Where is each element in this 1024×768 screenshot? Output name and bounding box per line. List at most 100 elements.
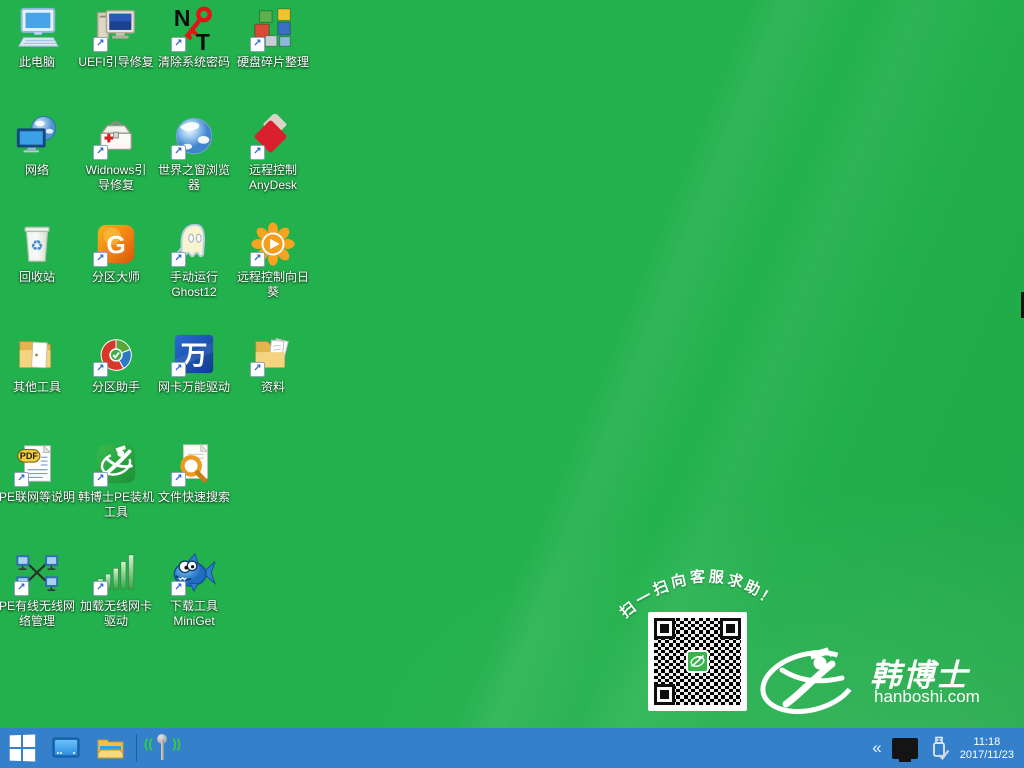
show-desktop-button[interactable]	[44, 728, 88, 768]
qr-finder-icon	[720, 618, 741, 639]
desktop-icon-windows-boot-repair[interactable]: Widnows引 导修复	[74, 114, 158, 193]
desktop-icon-recycle-bin[interactable]: ♻ 回收站	[0, 221, 79, 285]
network-globe-monitor-icon	[14, 114, 60, 160]
icon-label: 回收站	[18, 270, 55, 284]
sunflower-play-icon	[250, 221, 296, 267]
diskgenius-icon: G	[93, 221, 139, 267]
desktop-icon-wireless-driver-loader[interactable]: 加载无线网卡 驱动	[74, 550, 158, 629]
desktop-icon-network[interactable]: 网络	[0, 114, 79, 178]
desktop-icon-sunflower-remote[interactable]: 远程控制向日 葵	[231, 221, 315, 300]
desktop-icon-partition-assistant[interactable]: 分区助手	[74, 331, 158, 395]
display-color-tray-icon[interactable]	[891, 737, 918, 762]
hanboshi-tile-icon	[93, 441, 139, 487]
browser-globe-icon	[171, 114, 217, 160]
desktop-icon-nic-universal-driver[interactable]: 万 网卡万能驱动	[152, 331, 236, 395]
display-icon	[52, 737, 80, 758]
desktop-icon-run-ghost12[interactable]: 手动运行 Ghost12	[152, 221, 236, 300]
anydesk-diamond-icon	[250, 114, 296, 160]
icon-label: 下载工具 MiniGet	[169, 599, 218, 628]
start-button[interactable]	[0, 728, 44, 768]
shortcut-arrow-icon	[171, 145, 186, 160]
desktop-icon-partition-master[interactable]: G 分区大师	[74, 221, 158, 285]
icon-label: 硬盘碎片整理	[236, 55, 309, 69]
qr-finder-icon	[654, 618, 675, 639]
desktop-icon-other-tools[interactable]: 其他工具	[0, 331, 79, 395]
desktop-icon-anydesk-remote[interactable]: 远程控制 AnyDesk	[231, 114, 315, 193]
wan-tile-icon: 万	[171, 331, 217, 377]
defrag-blocks-icon	[250, 6, 296, 52]
desktop-icon-file-quick-search[interactable]: 文件快速搜索	[152, 441, 236, 505]
icon-label: 手动运行 Ghost12	[169, 270, 218, 299]
icon-label: 远程控制 AnyDesk	[248, 163, 298, 192]
svg-text:T: T	[196, 29, 210, 52]
desktop-icon-documents[interactable]: 资料	[231, 331, 315, 395]
desktop-icon-hanboshi-pe-installer[interactable]: 韩博士PE装机 工具	[74, 441, 158, 520]
icon-label: UEFI引导修复	[78, 55, 154, 69]
system-tray: « 11:18 2017/11/23	[872, 728, 1024, 768]
shortcut-arrow-icon	[250, 252, 265, 267]
antenna-signal-icon	[143, 728, 183, 768]
shortcut-arrow-icon	[93, 472, 108, 487]
this-pc-icon	[14, 6, 60, 52]
desktop-icon-miniget-downloader[interactable]: 下载工具 MiniGet	[152, 550, 236, 629]
fish-icon	[171, 550, 217, 596]
uefi-boot-repair-icon	[93, 6, 139, 52]
shortcut-arrow-icon	[14, 472, 29, 487]
shortcut-arrow-icon	[250, 145, 265, 160]
qr-finder-icon	[654, 684, 675, 705]
partition-pie-icon	[93, 331, 139, 377]
shortcut-arrow-icon	[250, 37, 265, 52]
pdf-document-icon: PDF	[14, 441, 60, 487]
desktop-icon-disk-defrag[interactable]: 硬盘碎片整理	[231, 6, 315, 70]
desktop-icon-uefi-boot-repair[interactable]: UEFI引导修复	[74, 6, 158, 70]
icon-label: 文件快速搜索	[157, 490, 230, 504]
shortcut-arrow-icon	[93, 252, 108, 267]
shortcut-arrow-icon	[93, 37, 108, 52]
clock-date: 2017/11/23	[959, 749, 1014, 761]
recycle-bin-icon: ♻	[14, 221, 60, 267]
shortcut-arrow-icon	[93, 581, 108, 596]
icon-label: 网卡万能驱动	[157, 380, 230, 394]
first-aid-toolbox-icon	[93, 114, 139, 160]
icon-label: Widnows引 导修复	[85, 163, 147, 192]
folder-explorer-icon	[97, 739, 123, 758]
shortcut-arrow-icon	[171, 581, 186, 596]
windows-logo-icon	[9, 734, 36, 762]
wireless-tool-button[interactable]	[141, 728, 185, 768]
icon-label: 此电脑	[18, 55, 55, 69]
desktop-icon-this-pc[interactable]: 此电脑	[0, 6, 79, 70]
icon-label: 分区大师	[91, 270, 140, 284]
svg-text:G: G	[106, 232, 125, 260]
hanboshi-brand: 韩博士 hanboshi.com	[758, 640, 1014, 718]
shortcut-arrow-icon	[171, 37, 186, 52]
hanboshi-qr-logo-icon	[686, 650, 709, 673]
icon-label: 其他工具	[12, 380, 61, 394]
icon-label: 韩博士PE装机 工具	[77, 490, 154, 519]
file-explorer-button[interactable]	[88, 728, 132, 768]
icon-label: 清除系统密码	[157, 55, 230, 69]
icon-label: 分区助手	[91, 380, 140, 394]
svg-text:PDF: PDF	[20, 451, 39, 461]
desktop-icon-clear-system-password[interactable]: NT 清除系统密码	[152, 6, 236, 70]
icon-label: 远程控制向日 葵	[236, 270, 309, 299]
shortcut-arrow-icon	[171, 472, 186, 487]
tray-expand-chevron[interactable]: «	[872, 728, 881, 768]
folder-door-icon	[14, 331, 60, 377]
brand-domain: hanboshi.com	[874, 687, 980, 706]
shortcut-arrow-icon	[171, 362, 186, 377]
shortcut-arrow-icon	[171, 252, 186, 267]
desktop-icon-pe-network-manager[interactable]: PE有线无线网 络管理	[0, 550, 79, 629]
shortcut-arrow-icon	[14, 581, 29, 596]
desktop-icon-world-window-browser[interactable]: 世界之窗浏览 器	[152, 114, 236, 193]
hanboshi-logo-icon	[760, 647, 858, 714]
folder-documents-icon	[250, 331, 296, 377]
desktop-icon-pe-network-readme[interactable]: PDF PE联网等说明	[0, 441, 79, 505]
icon-label: 世界之窗浏览 器	[157, 163, 230, 192]
usb-tray-icon[interactable]	[928, 735, 950, 761]
icon-label: 网络	[24, 163, 49, 177]
taskbar-clock[interactable]: 11:18 2017/11/23	[960, 734, 1014, 762]
svg-text:N: N	[174, 6, 191, 31]
file-search-magnifier-icon	[171, 441, 217, 487]
svg-text:♻: ♻	[31, 239, 44, 255]
icon-label: PE联网等说明	[0, 490, 75, 504]
